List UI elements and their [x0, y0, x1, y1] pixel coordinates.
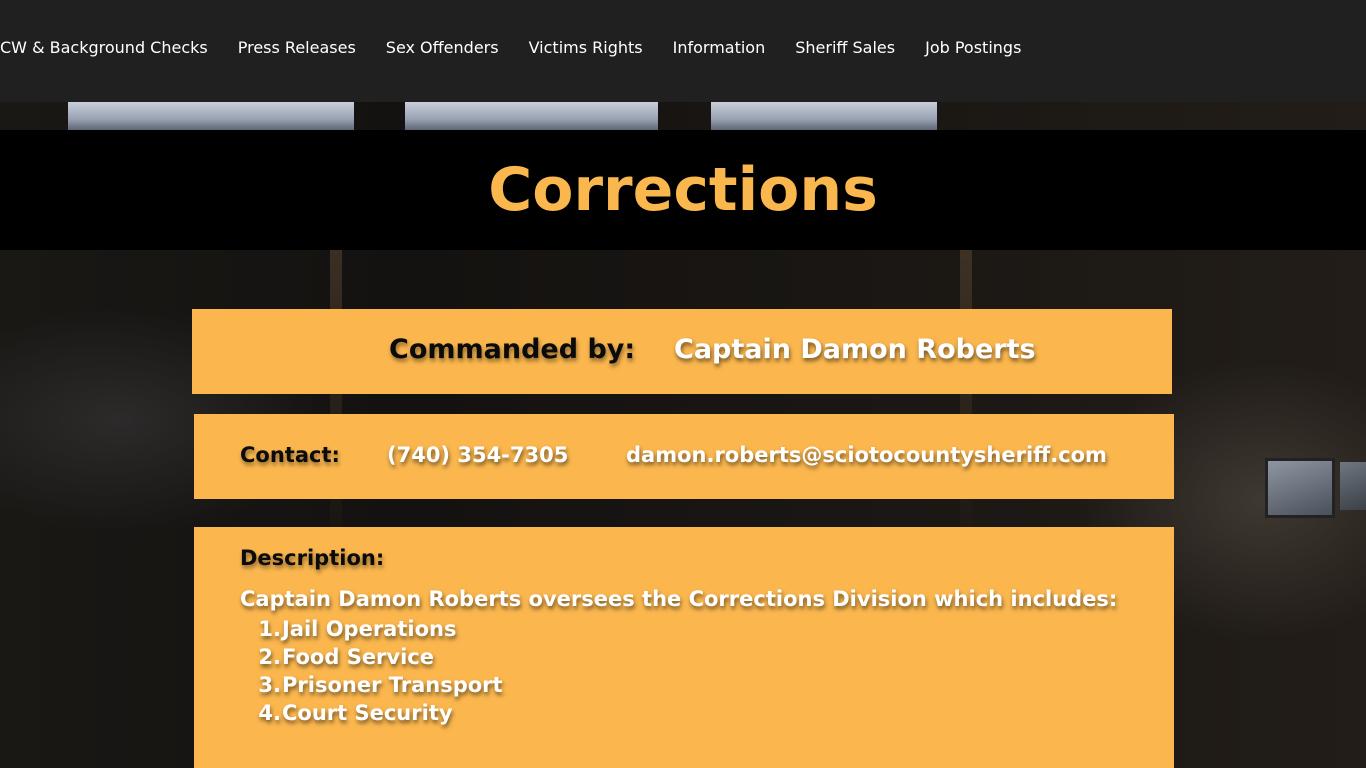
- description-intro: Captain Damon Roberts oversees the Corre…: [240, 587, 1118, 611]
- list-item: 1.Jail Operations: [258, 617, 457, 641]
- background-photo-strip: [405, 102, 658, 130]
- nav-item-sheriff-sales[interactable]: Sheriff Sales: [795, 38, 895, 57]
- page-title: Corrections: [488, 155, 878, 225]
- background-monitor: [1265, 458, 1335, 518]
- division-list: 1.Jail Operations 2.Food Service 3.Priso…: [240, 615, 503, 727]
- nav-item-information[interactable]: Information: [673, 38, 766, 57]
- list-item: 2.Food Service: [258, 645, 434, 669]
- commanded-by-label: Commanded by:: [389, 334, 636, 365]
- nav-item-sex-offenders[interactable]: Sex Offenders: [386, 38, 499, 57]
- description-label: Description:: [240, 546, 385, 570]
- nav-item-job-postings[interactable]: Job Postings: [925, 38, 1021, 57]
- nav-menu: CW & Background Checks Press Releases Se…: [0, 38, 1051, 57]
- commander-name: Captain Damon Roberts: [674, 334, 1036, 365]
- top-navigation: CW & Background Checks Press Releases Se…: [0, 0, 1366, 102]
- contact-label: Contact:: [240, 443, 340, 467]
- nav-item-victims-rights[interactable]: Victims Rights: [529, 38, 643, 57]
- list-item: 3.Prisoner Transport: [258, 673, 503, 697]
- background-photo-strip: [711, 102, 937, 130]
- nav-item-cw-background-checks[interactable]: CW & Background Checks: [0, 38, 208, 57]
- contact-email-link[interactable]: damon.roberts@sciotocountysheriff.com: [626, 443, 1107, 467]
- background-photo-strip: [68, 102, 354, 130]
- background-monitor: [1340, 462, 1366, 510]
- contact-phone-link[interactable]: (740) 354-7305: [387, 443, 568, 467]
- list-item: 4.Court Security: [258, 701, 453, 725]
- nav-item-press-releases[interactable]: Press Releases: [238, 38, 356, 57]
- page: CW & Background Checks Press Releases Se…: [0, 0, 1366, 768]
